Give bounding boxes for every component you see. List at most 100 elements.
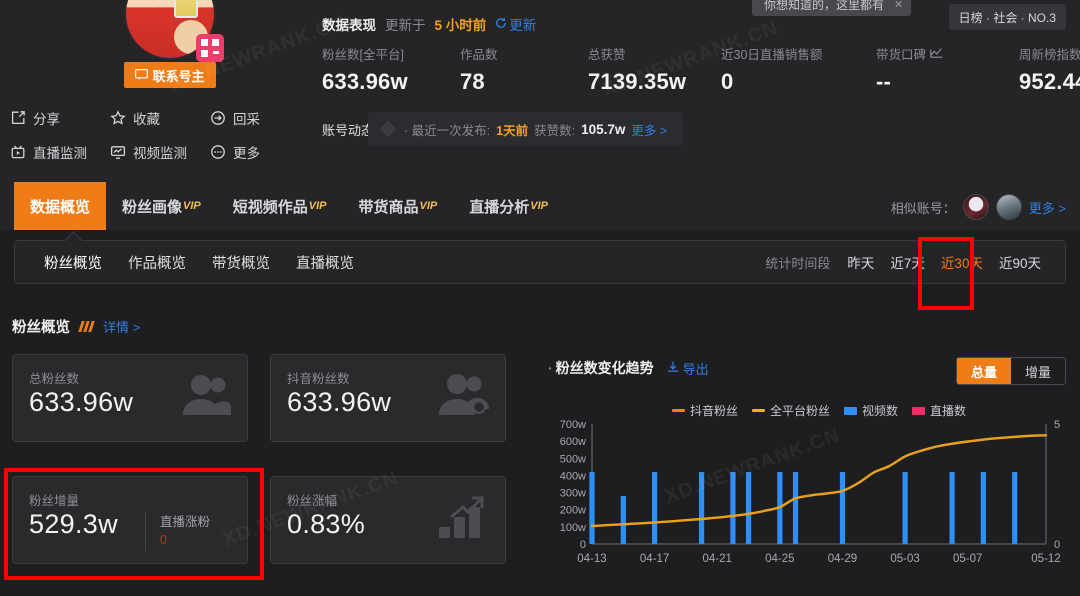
toggle-total[interactable]: 总量	[957, 358, 1011, 384]
y-axis-tick: 0	[580, 539, 586, 551]
chart-bar-video-count	[745, 472, 752, 544]
main-tab-bar: 数据概览 粉丝画像 VIP 短视频作品 VIP 带货商品 VIP 直播分析 VIP 相似…	[0, 182, 1080, 230]
subtab-works-overview[interactable]: 作品概览	[115, 252, 199, 273]
qr-code-icon[interactable]	[196, 34, 224, 62]
share-action[interactable]: 分享	[10, 108, 110, 128]
live-monitor-label: 直播监测	[33, 146, 87, 161]
profile-actions-row-1: 分享 收藏 回采	[10, 108, 310, 128]
tab-products[interactable]: 带货商品 VIP	[343, 182, 454, 230]
y-right-top-label: 5	[1054, 419, 1060, 431]
similar-account-avatar-1[interactable]	[962, 194, 989, 220]
tab-live-analysis[interactable]: 直播分析 VIP	[453, 182, 564, 230]
chart-bar-video-count	[730, 472, 736, 544]
close-icon[interactable]: ✕	[894, 0, 903, 11]
rank-badge[interactable]: 日榜 · 社会 · NO.3	[948, 4, 1066, 30]
metric-fans-total: 粉丝数[全平台] 633.96w	[322, 48, 408, 94]
contact-owner-button[interactable]: 联系号主	[124, 62, 216, 88]
share-icon	[10, 110, 26, 126]
chart-bar-video-count	[652, 472, 658, 544]
star-icon	[110, 110, 126, 126]
avatar[interactable]	[124, 0, 224, 62]
y-axis-tick: 300w	[560, 488, 586, 500]
y-axis-tick: 100w	[560, 522, 586, 534]
chart-bar-video-count	[1012, 472, 1018, 544]
card-fans-increase-sub: 直播涨粉 0	[145, 511, 210, 551]
chart-bar-video-count	[792, 472, 799, 544]
chart-bar-video-count	[949, 472, 955, 544]
export-button[interactable]: 导出	[666, 359, 709, 378]
performance-title: 数据表现	[322, 18, 376, 33]
period-selector: 统计时间段 昨天 近7天 近30天 近90天	[765, 241, 1049, 283]
users-icon	[177, 373, 232, 422]
favorite-action[interactable]: 收藏	[110, 108, 210, 128]
chart-header: 粉丝数变化趋势 导出	[548, 358, 709, 378]
updated-value: 5 小时前	[434, 18, 487, 33]
sub-tab-bar: 粉丝概览 作品概览 带货概览 直播概览 统计时间段 昨天 近7天 近30天 近9…	[14, 240, 1066, 284]
similar-accounts-label: 相似账号：	[890, 200, 956, 216]
period-option-90d[interactable]: 近90天	[991, 252, 1049, 272]
refresh-label: 更新	[509, 18, 537, 33]
slash-decoration-icon	[78, 321, 95, 332]
publish-value: 1天前	[496, 123, 529, 138]
diamond-marker-icon	[379, 120, 397, 138]
subtab-live-overview[interactable]: 直播概览	[283, 252, 367, 273]
live-monitor-action[interactable]: 直播监测	[10, 142, 110, 162]
account-dynamics: 账号动态 · 最近一次发布: 1天前 获赞数: 105.7w 更多 >	[322, 112, 684, 146]
avatar-cup	[174, 0, 198, 18]
y-right-bottom-label: 0	[1054, 539, 1060, 551]
contact-owner-label: 联系号主	[152, 68, 205, 84]
x-axis-tick: 04-21	[703, 553, 732, 565]
period-option-7d[interactable]: 近7天	[882, 252, 933, 272]
similar-account-avatar-2[interactable]	[995, 194, 1022, 220]
profile-actions: 分享 收藏 回采 直播监测 视频监测 更多	[10, 108, 310, 176]
video-monitor-action[interactable]: 视频监测	[110, 142, 210, 162]
tab-fan-profile[interactable]: 粉丝画像 VIP	[106, 182, 217, 230]
toggle-increment[interactable]: 增量	[1011, 358, 1065, 384]
period-option-30d[interactable]: 近30天	[933, 252, 991, 272]
collect-back-label: 回采	[233, 112, 260, 127]
metric-live-sales-30d: 近30日直播销售额 0	[721, 48, 823, 94]
series-line-all-platform	[590, 434, 1048, 528]
x-axis-tick: 04-25	[765, 553, 794, 565]
subtab-sales-overview[interactable]: 带货概览	[199, 252, 283, 273]
fans-trend-chart[interactable]: 0 100w 200w 300w 400w 500w 600w 700w 5 0 04-13 0…	[548, 416, 1068, 576]
account-dynamics-more-link[interactable]: 更多 >	[631, 120, 667, 139]
profile-actions-row-2: 直播监测 视频监测 更多	[10, 142, 310, 162]
more-label: 更多	[233, 146, 260, 161]
tab-short-video[interactable]: 短视频作品 VIP	[217, 182, 343, 230]
more-action[interactable]: 更多	[210, 142, 310, 162]
x-axis-tick: 04-13	[577, 553, 606, 565]
similar-accounts-more-link[interactable]: 更多 >	[1029, 198, 1066, 217]
legend-swatch-line	[672, 409, 685, 412]
card-douyin-fans[interactable]: 抖音粉丝数 633.96w	[270, 354, 506, 442]
collect-back-action[interactable]: 回采	[210, 108, 310, 128]
card-total-fans[interactable]: 总粉丝数 633.96w	[12, 354, 248, 442]
likes-value: 105.7w	[581, 121, 626, 137]
section-detail-link[interactable]: 详情 >	[103, 317, 140, 336]
legend-swatch-bar	[912, 406, 926, 415]
y-axis-tick: 500w	[560, 453, 586, 465]
header-metrics: 粉丝数[全平台] 633.96w 作品数 78 总获赞 7139.35w 近30…	[322, 44, 1080, 95]
message-icon	[135, 68, 149, 83]
metric-works: 作品数 78	[460, 48, 498, 94]
section-title: 粉丝概览	[12, 320, 70, 336]
tab-data-overview[interactable]: 数据概览	[14, 182, 107, 230]
card-fans-growth-rate[interactable]: 粉丝涨幅 0.83%	[270, 476, 506, 564]
y-axis-tick: 400w	[560, 470, 586, 482]
y-axis-tick: 700w	[560, 419, 586, 431]
refresh-icon	[495, 17, 507, 32]
x-axis-tick: 05-12	[1031, 553, 1060, 565]
profile-header: 联系号主 分享 收藏 回采 直播监测 视频监测 更多 数据表现 更新于 5 小时…	[0, 0, 1080, 182]
chart-bar-video-count	[980, 472, 986, 544]
chart-bar-video-count	[698, 472, 705, 544]
updated-prefix: 更新于	[385, 18, 426, 33]
metric-weekly-index: 周新榜指数 952.44	[1019, 48, 1080, 94]
card-fans-increase[interactable]: 粉丝增量 529.3w 直播涨粉 0	[12, 476, 248, 564]
live-monitor-icon	[10, 144, 26, 160]
refresh-button[interactable]: 更新	[495, 14, 536, 34]
subtab-fans-overview[interactable]: 粉丝概览	[31, 252, 115, 273]
promo-tooltip: 你想知道的，这里都有 ✕	[752, 0, 912, 16]
period-option-yesterday[interactable]: 昨天	[839, 252, 882, 272]
performance-header: 数据表现 更新于 5 小时前 更新	[322, 14, 536, 34]
similar-accounts: 相似账号： 更多 >	[891, 194, 1066, 220]
